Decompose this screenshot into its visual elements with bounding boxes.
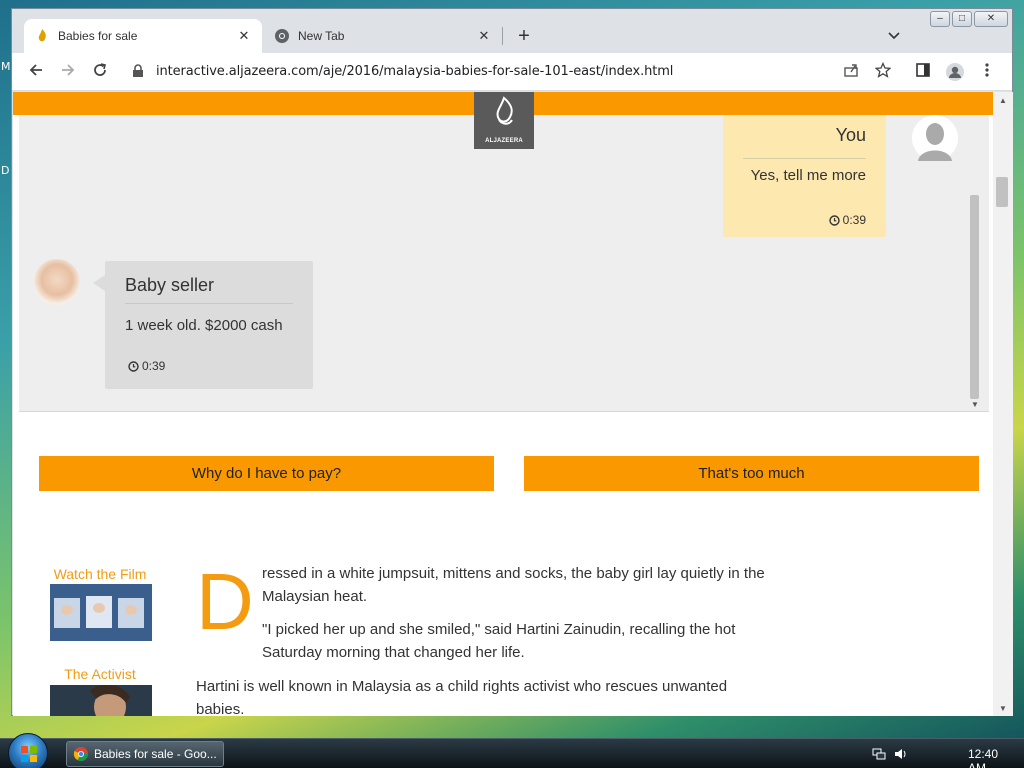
scroll-up-icon[interactable]: ▲ [993, 96, 1013, 105]
menu-kebab-icon[interactable] [977, 62, 997, 82]
drop-cap: D [196, 557, 254, 646]
taskbar: Babies for sale - Goo... 12:40 AM [0, 733, 1024, 768]
aljazeera-logo-icon [474, 92, 534, 138]
bookmark-star-icon[interactable] [873, 61, 893, 82]
windows-logo-icon [21, 746, 37, 762]
logo-text: ALJAZEERA [485, 138, 523, 144]
choice-why-pay-button[interactable]: Why do I have to pay? [39, 456, 494, 491]
seller-avatar [34, 259, 80, 305]
seller-message-bubble: Baby seller 1 week old. $2000 cash 0:39 [93, 261, 313, 389]
article-line: ressed in a white jumpsuit, mittens and … [262, 565, 765, 582]
clock-icon [828, 214, 840, 226]
aljazeera-logo[interactable]: ALJAZEERA [474, 92, 534, 149]
address-bar[interactable]: interactive.aljazeera.com/aje/2016/malay… [122, 57, 892, 87]
browser-window: – □ ✕ Babies for sale ✕ New Tab ✕ + inte… [11, 8, 1013, 716]
close-tab-icon[interactable]: ✕ [236, 28, 252, 44]
scroll-down-icon[interactable]: ▼ [993, 704, 1013, 713]
article-line: "I picked her up and she smiled," said H… [262, 621, 736, 638]
start-button[interactable] [8, 733, 48, 768]
profile-icon[interactable] [945, 62, 965, 82]
new-tab-button[interactable]: + [514, 25, 534, 47]
time-text: 0:39 [142, 359, 166, 373]
article-paragraph: ressed in a white jumpsuit, mittens and … [262, 562, 765, 608]
article-paragraph: Hartini is well known in Malaysia as a c… [196, 675, 727, 716]
desktop-text: D [1, 164, 10, 177]
divider [125, 303, 293, 304]
chat-panel: You Yes, tell me more 0:39 Baby seller 1… [19, 115, 989, 412]
clock-icon [128, 360, 139, 372]
tab-strip: Babies for sale ✕ New Tab ✕ + [12, 9, 1012, 53]
article-line: babies. [196, 701, 245, 716]
tab-title: New Tab [298, 29, 345, 43]
back-icon[interactable] [26, 62, 46, 82]
desktop-text: M [1, 60, 11, 73]
chat-scrollbar-thumb[interactable] [970, 195, 979, 399]
you-message-bubble: You Yes, tell me more 0:39 [723, 115, 886, 237]
you-avatar [912, 115, 958, 161]
tab-search-icon[interactable] [888, 29, 900, 43]
url-text: interactive.aljazeera.com/aje/2016/malay… [156, 64, 674, 79]
reload-icon[interactable] [90, 62, 110, 82]
page-scrollbar[interactable]: ▲ ▼ [993, 92, 1013, 716]
tab-divider [502, 27, 503, 45]
time-text: 0:39 [842, 213, 866, 227]
activist-thumbnail[interactable] [50, 684, 152, 716]
divider [743, 158, 866, 159]
article-paragraph: "I picked her up and she smiled," said H… [262, 618, 735, 664]
sender-name: Baby seller [125, 275, 215, 295]
article-line: Malaysian heat. [262, 588, 368, 605]
choice-too-much-button[interactable]: That's too much [524, 456, 979, 491]
browser-toolbar: interactive.aljazeera.com/aje/2016/malay… [12, 53, 1012, 91]
aljazeera-favicon-icon [34, 28, 50, 44]
watch-film-link[interactable]: Watch the Film [45, 566, 155, 582]
film-thumbnail[interactable] [50, 584, 152, 641]
tab-title: Babies for sale [58, 29, 138, 43]
timestamp: 0:39 [828, 213, 866, 227]
chrome-icon [73, 747, 88, 761]
chat-scrollbar[interactable]: ▼ [967, 115, 983, 412]
timestamp: 0:39 [128, 359, 165, 373]
lock-icon[interactable] [132, 64, 144, 83]
sender-name: You [835, 125, 866, 145]
message-text: 1 week old. $2000 cash [125, 317, 283, 334]
close-tab-icon[interactable]: ✕ [476, 28, 492, 44]
side-panel-icon[interactable] [913, 62, 933, 82]
volume-icon[interactable] [894, 747, 908, 764]
taskbar-chrome-button[interactable]: Babies for sale - Goo... [66, 741, 224, 767]
tab-babies-for-sale[interactable]: Babies for sale ✕ [24, 19, 262, 53]
clock[interactable]: 12:40 AM [968, 747, 998, 768]
chrome-icon [274, 28, 290, 44]
article-line: Saturday morning that changed her life. [262, 644, 525, 661]
chat-scroll-down-icon[interactable]: ▼ [965, 400, 985, 409]
activist-link[interactable]: The Activist [45, 666, 155, 682]
taskbar-item-label: Babies for sale - Goo... [94, 747, 217, 761]
share-icon[interactable] [841, 62, 861, 82]
message-text: Yes, tell me more [750, 167, 866, 184]
tab-new-tab[interactable]: New Tab ✕ [264, 19, 502, 53]
page-scrollbar-thumb[interactable] [996, 177, 1008, 207]
article-line: Hartini is well known in Malaysia as a c… [196, 678, 728, 695]
network-icon[interactable] [872, 747, 886, 764]
forward-icon[interactable] [58, 62, 78, 82]
page-viewport: ALJAZEERA You Yes, tell me more 0:39 Bab… [13, 92, 993, 716]
